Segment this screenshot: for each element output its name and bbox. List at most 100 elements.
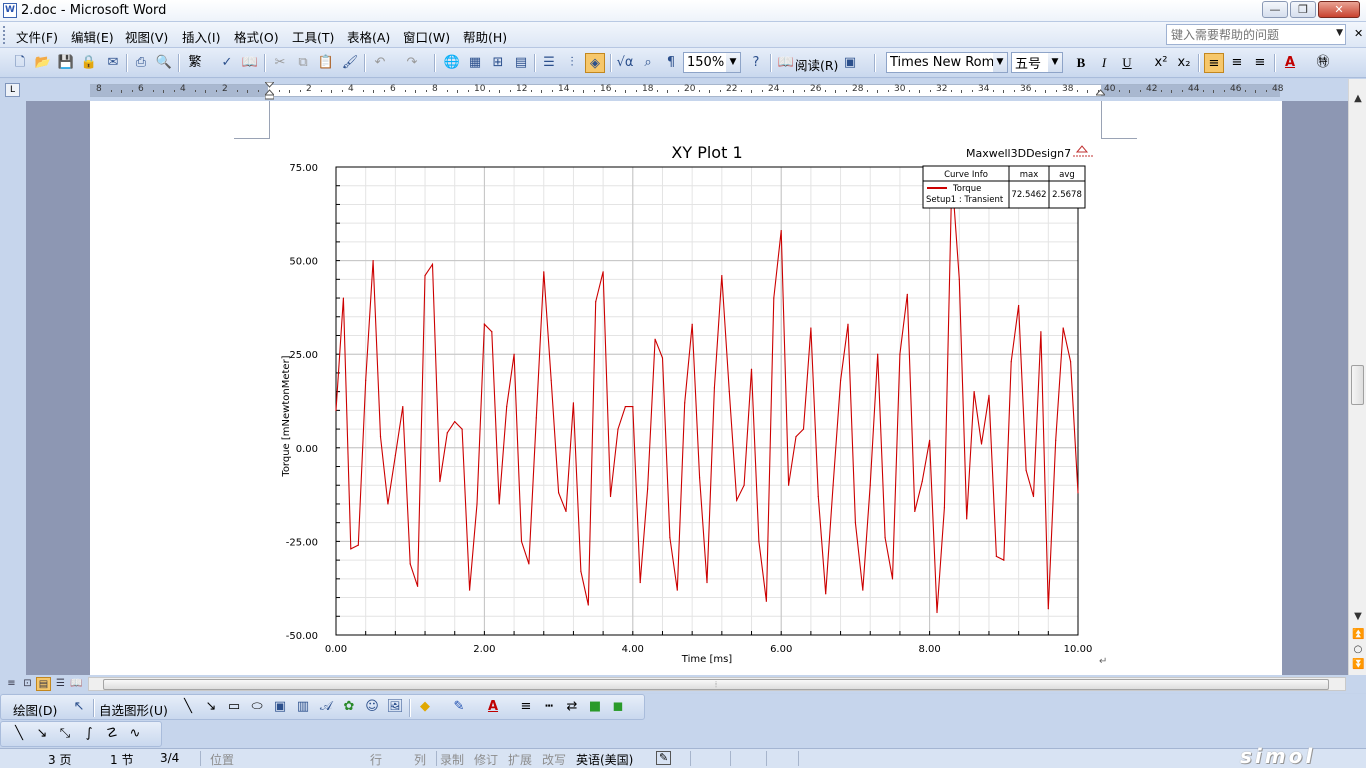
vertical-scroll-thumb[interactable] <box>1351 365 1364 405</box>
left-indent-marker[interactable] <box>263 81 276 100</box>
word-app-icon[interactable]: W <box>3 3 17 18</box>
curve-icon[interactable]: ∫ <box>79 724 99 744</box>
arrow-icon[interactable]: ↘ <box>201 697 221 717</box>
hyperlink-icon[interactable]: 🌐 <box>442 53 462 73</box>
font-color-icon[interactable]: A <box>1280 53 1300 73</box>
spelling-status-icon[interactable]: ✎ <box>656 751 672 765</box>
align-center-icon[interactable]: ≡ <box>1227 53 1247 73</box>
chevron-down-icon[interactable]: ▼ <box>726 53 740 72</box>
help-search-input[interactable] <box>1167 25 1327 44</box>
print-layout-view-icon[interactable]: ▤ <box>36 677 51 691</box>
reading-view-icon[interactable]: 📖 <box>69 677 84 691</box>
vertical-text-box-icon[interactable]: ▥ <box>293 697 313 717</box>
line-color-icon[interactable]: ✎ <box>449 697 469 717</box>
undo-icon[interactable]: ↶ <box>370 53 390 73</box>
superscript-icon[interactable]: x² <box>1151 53 1171 73</box>
zoom-select[interactable]: ▼ <box>683 52 741 73</box>
status-extend[interactable]: 扩展 <box>508 751 532 768</box>
font-name-select[interactable]: ▼ <box>886 52 1008 73</box>
help-search-box[interactable]: ▼ <box>1166 24 1346 45</box>
phonetic-guide-icon[interactable]: ㊕ <box>1313 53 1333 73</box>
dash-style-icon[interactable]: ┅ <box>539 697 559 717</box>
menu-format[interactable]: 格式(O) <box>234 27 279 46</box>
open-folder-icon[interactable]: 📂 <box>33 53 53 73</box>
menu-insert[interactable]: 插入(I) <box>182 27 220 46</box>
text-box-icon[interactable]: ▣ <box>270 697 290 717</box>
wordart-icon[interactable]: 𝒜 <box>316 697 336 717</box>
fill-color-icon[interactable]: ◆ <box>415 697 435 717</box>
traditional-chinese-button[interactable]: 繁 <box>184 53 206 73</box>
rectangle-icon[interactable]: ▭ <box>224 697 244 717</box>
equation-icon[interactable]: √α <box>615 53 635 73</box>
horizontal-scroll-thumb[interactable]: ⦙ <box>103 679 1329 690</box>
new-document-icon[interactable]: 🗋 <box>10 53 30 73</box>
font-name-value[interactable] <box>887 53 1007 72</box>
read-mode-icon[interactable]: 📖 <box>776 53 796 73</box>
align-justify-icon[interactable]: ≡ <box>1204 53 1224 73</box>
shadow-style-icon[interactable]: ■ <box>585 697 605 717</box>
normal-view-icon[interactable]: ≡ <box>4 677 19 691</box>
browse-object-icon[interactable]: ○ <box>1352 644 1364 655</box>
line-icon[interactable]: ╲ <box>178 697 198 717</box>
horizontal-scrollbar[interactable]: ⦙ <box>88 677 1346 691</box>
help-icon[interactable]: ? <box>746 53 766 73</box>
save-icon[interactable]: 💾 <box>56 53 76 73</box>
clip-art-icon[interactable]: ☺ <box>362 697 382 717</box>
permission-icon[interactable]: 🔒 <box>79 53 99 73</box>
3d-style-icon[interactable]: ◼ <box>608 697 628 717</box>
research-icon[interactable]: 📖 <box>240 53 260 73</box>
read-mode-button[interactable]: 阅读(R) <box>795 55 838 74</box>
scroll-up-icon[interactable]: ▲ <box>1352 93 1364 104</box>
maximize-button[interactable]: ❐ <box>1290 1 1316 18</box>
print-icon[interactable]: ⎙ <box>131 53 151 73</box>
menu-window[interactable]: 窗口(W) <box>403 27 450 46</box>
print-preview-icon[interactable]: 🔍 <box>154 53 174 73</box>
status-overtype[interactable]: 改写 <box>542 751 566 768</box>
xy-plot[interactable]: 0.00 2.00 4.00 6.00 8.00 10.00 75.00 50.00 25.00… <box>270 132 1120 672</box>
underline-button[interactable]: U <box>1117 53 1137 73</box>
menubar-grip[interactable] <box>3 26 6 44</box>
draw-double-arrow-icon[interactable]: ⤡ <box>55 724 75 744</box>
close-button[interactable]: ✕ <box>1318 1 1360 18</box>
italic-button[interactable]: I <box>1094 53 1114 73</box>
redo-icon[interactable]: ↷ <box>402 53 422 73</box>
status-record[interactable]: 录制 <box>440 751 464 768</box>
close-document-icon[interactable]: ✕ <box>1354 27 1363 40</box>
menu-file[interactable]: 文件(F) <box>16 27 58 46</box>
columns-icon[interactable]: ☰ <box>539 53 559 73</box>
menu-tools[interactable]: 工具(T) <box>292 27 334 46</box>
draw-line-icon[interactable]: ╲ <box>9 724 29 744</box>
drawing-icon[interactable]: ⫶ <box>562 53 582 73</box>
format-painter-icon[interactable]: 🖌 <box>340 53 360 73</box>
insert-excel-icon[interactable]: ▤ <box>511 53 531 73</box>
subscript-icon[interactable]: x₂ <box>1174 53 1194 73</box>
diagram-icon[interactable]: ✿ <box>339 697 359 717</box>
arrow-style-icon[interactable]: ⇄ <box>562 697 582 717</box>
draw-arrow-icon[interactable]: ↘ <box>32 724 52 744</box>
email-icon[interactable]: ✉ <box>103 53 123 73</box>
right-indent-marker[interactable] <box>1094 82 1107 100</box>
font-size-select[interactable]: ▼ <box>1011 52 1063 73</box>
align-right-icon[interactable]: ≡ <box>1250 53 1270 73</box>
status-language[interactable]: 英语(美国) <box>576 751 633 768</box>
line-style-icon[interactable]: ≡ <box>516 697 536 717</box>
web-view-icon[interactable]: ⊡ <box>20 677 35 691</box>
insert-table-icon[interactable]: ⊞ <box>488 53 508 73</box>
copy-icon[interactable]: ⧉ <box>293 53 313 73</box>
menu-table[interactable]: 表格(A) <box>347 27 390 46</box>
research-pane-icon[interactable]: ▣ <box>840 53 860 73</box>
draw-menu-button[interactable]: 绘图(D) <box>13 700 57 719</box>
paste-icon[interactable]: 📋 <box>316 53 336 73</box>
bold-button[interactable]: B <box>1071 53 1091 73</box>
status-track-changes[interactable]: 修订 <box>474 751 498 768</box>
show-formatting-icon[interactable]: ¶ <box>661 53 681 73</box>
cut-icon[interactable]: ✂ <box>270 53 290 73</box>
chevron-down-icon[interactable]: ▼ <box>993 53 1007 72</box>
freeform-icon[interactable]: ☡ <box>102 724 122 744</box>
menu-edit[interactable]: 编辑(E) <box>71 27 114 46</box>
tables-borders-icon[interactable]: ▦ <box>465 53 485 73</box>
outline-view-icon[interactable]: ☰ <box>53 677 68 691</box>
spelling-icon[interactable]: ✓ <box>217 53 237 73</box>
vertical-scrollbar[interactable]: ▲ ▼ ⏫ ○ ⏬ <box>1348 79 1366 675</box>
scroll-down-icon[interactable]: ▼ <box>1352 611 1364 622</box>
